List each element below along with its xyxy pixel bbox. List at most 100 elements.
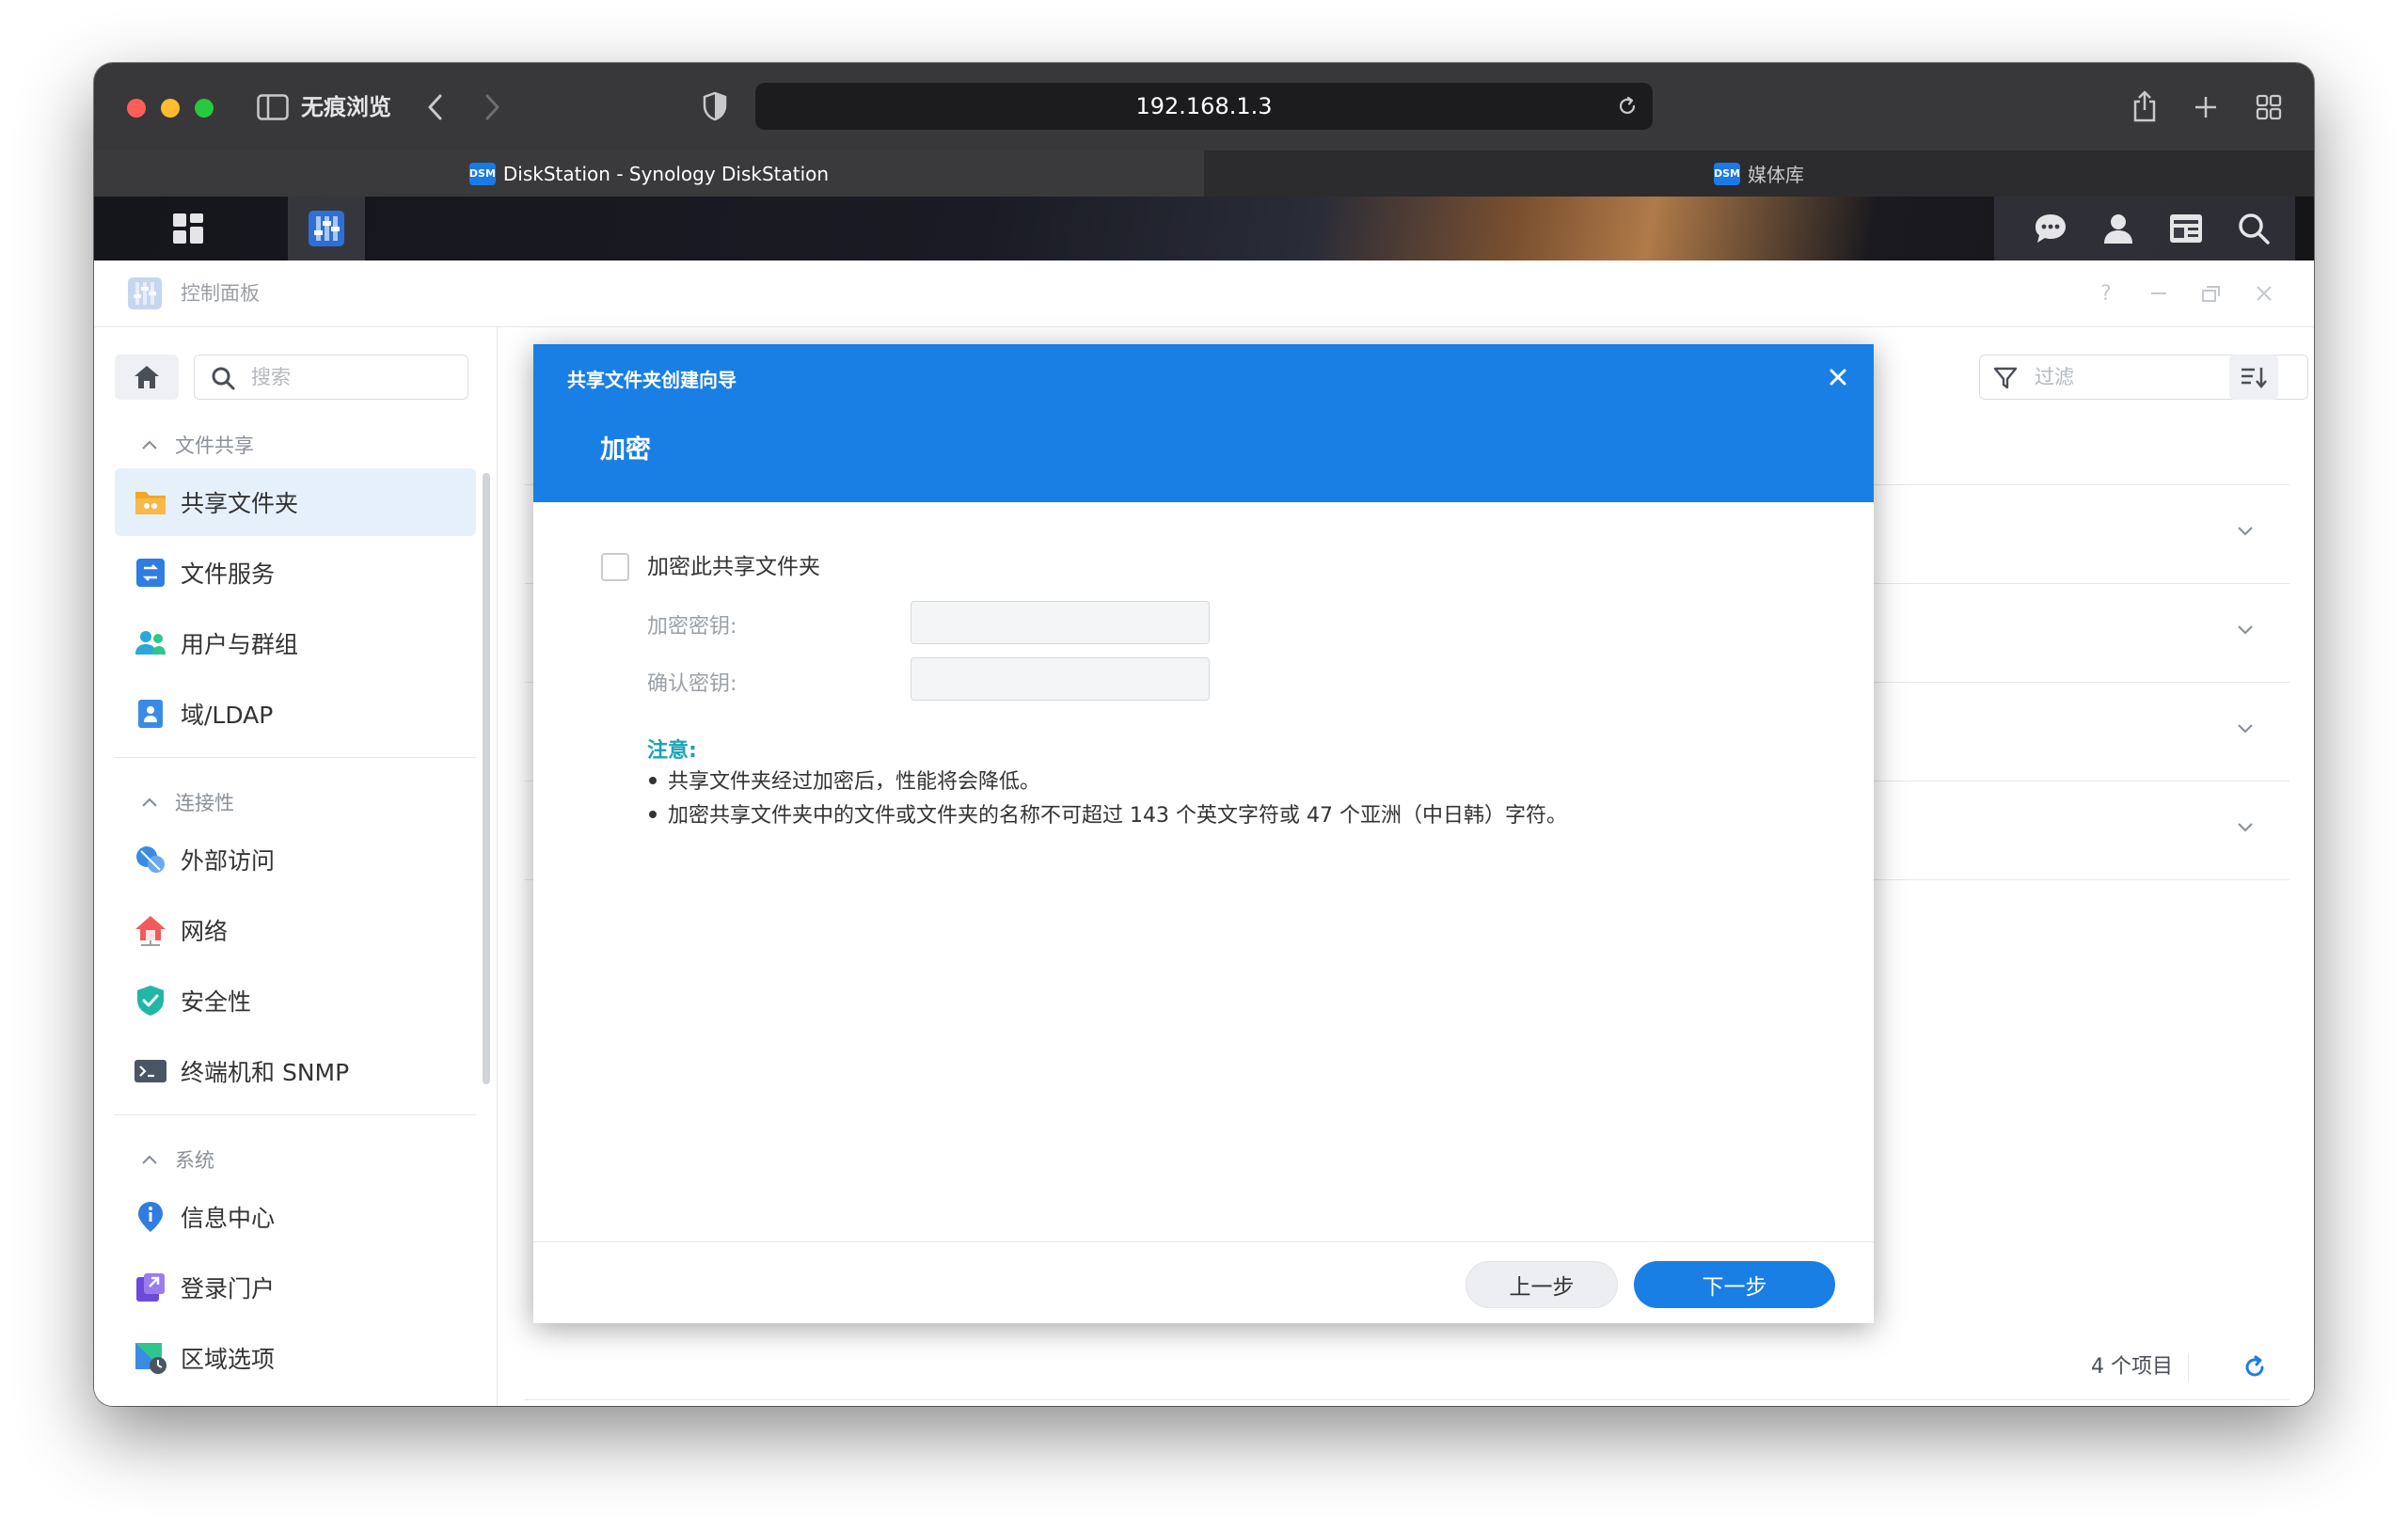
sidebar-item-file-services[interactable]: 文件服务	[115, 539, 476, 607]
note-list: 共享文件夹经过加密后，性能将会降低。 加密共享文件夹中的文件或文件夹的名称不可超…	[647, 766, 1567, 833]
tab-label: 媒体库	[1748, 164, 1804, 186]
section-connectivity[interactable]: 连接性	[115, 781, 476, 823]
user-account-icon[interactable]	[2090, 197, 2147, 260]
control-panel-title: 控制面板	[181, 282, 260, 305]
sidebar-item-external-access[interactable]: 外部访问	[115, 826, 476, 893]
wizard-window-title: 共享文件夹创建向导	[567, 369, 737, 391]
chevron-up-icon	[142, 797, 157, 807]
sidebar-search-input[interactable]: 搜索	[194, 355, 468, 400]
help-icon[interactable]: ?	[2094, 281, 2118, 306]
back-button[interactable]: 上一步	[1465, 1261, 1618, 1308]
encrypt-checkbox[interactable]	[601, 553, 629, 581]
search-placeholder: 搜索	[251, 366, 291, 388]
main-menu-grid-icon[interactable]	[146, 197, 230, 260]
note-item: 加密共享文件夹中的文件或文件夹的名称不可超过 143 个英文字符或 47 个亚洲…	[647, 799, 1567, 833]
section-divider	[115, 1114, 476, 1115]
tab-label: DiskStation - Synology DiskStation	[502, 162, 830, 185]
wizard-step-title: 加密	[600, 435, 651, 465]
sidebar-item-regional-options[interactable]: 区域选项	[115, 1324, 476, 1392]
home-icon	[135, 366, 159, 388]
users-groups-icon	[134, 626, 167, 660]
network-icon	[134, 913, 167, 947]
terminal-icon	[134, 1054, 167, 1088]
control-panel-taskbar-button[interactable]	[288, 197, 365, 260]
file-services-icon	[134, 556, 167, 590]
external-access-icon	[134, 843, 167, 876]
sort-button[interactable]	[2229, 355, 2278, 400]
control-panel-app-icon	[126, 276, 164, 311]
notifications-chat-icon[interactable]	[2022, 197, 2079, 260]
sidebar-item-domain-ldap[interactable]: 域/LDAP	[115, 680, 476, 748]
dsm-favicon-icon: DSM	[1714, 162, 1740, 185]
section-title: 文件共享	[175, 434, 254, 457]
section-file-sharing[interactable]: 文件共享	[115, 424, 476, 466]
sidebar-item-security[interactable]: 安全性	[115, 967, 476, 1034]
control-panel-sidebar: 搜索 文件共享 共享文件夹 文件服务 用户与群组 域/LDAP 连接性 外部访问…	[94, 327, 498, 1406]
security-shield-icon	[134, 984, 167, 1018]
chevron-down-icon[interactable]	[2234, 618, 2257, 640]
search-icon[interactable]	[2226, 197, 2282, 260]
chevron-down-icon[interactable]	[2234, 717, 2257, 739]
address-bar[interactable]: 192.168.1.3	[755, 83, 1653, 130]
reload-icon[interactable]	[1615, 94, 1640, 118]
sidebar-item-terminal-snmp[interactable]: 终端机和 SNMP	[115, 1037, 476, 1105]
private-browsing-label: 无痕浏览	[301, 94, 391, 120]
encrypt-checkbox-label[interactable]: 加密此共享文件夹	[647, 551, 820, 583]
refresh-icon[interactable]	[2242, 1355, 2269, 1381]
sidebar-item-network[interactable]: 网络	[115, 896, 476, 964]
note-item: 共享文件夹经过加密后，性能将会降低。	[647, 766, 1567, 799]
search-icon	[212, 367, 235, 390]
restore-window-icon[interactable]	[2199, 281, 2224, 306]
close-icon[interactable]	[2252, 281, 2276, 306]
confirm-key-label: 确认密钥:	[647, 672, 737, 696]
next-button[interactable]: 下一步	[1634, 1261, 1835, 1308]
chevron-up-icon	[142, 440, 157, 450]
chevron-up-icon	[142, 1155, 157, 1164]
widgets-icon[interactable]	[2158, 197, 2214, 260]
back-chevron-icon[interactable]	[421, 91, 450, 123]
browser-toolbar: 无痕浏览 192.168.1.3	[94, 63, 2314, 150]
browser-chrome: 无痕浏览 192.168.1.3 DSM DiskStation - Synol…	[94, 63, 2314, 197]
zoom-window-button[interactable]	[195, 99, 214, 118]
filter-placeholder: 过滤	[2035, 366, 2074, 388]
note-title: 注意:	[647, 739, 697, 763]
section-system[interactable]: 系统	[115, 1139, 476, 1180]
section-title: 系统	[175, 1149, 214, 1172]
tab-overview-icon[interactable]	[2253, 91, 2285, 123]
dsm-favicon-icon: DSM	[468, 162, 496, 185]
browser-tab-strip: DSM DiskStation - Synology DiskStation D…	[94, 150, 2314, 197]
home-button[interactable]	[115, 355, 179, 400]
control-panel-header: 控制面板 ?	[94, 260, 2314, 327]
forward-chevron-icon[interactable]	[478, 91, 506, 123]
sidebar-scrollbar[interactable]	[483, 473, 490, 1084]
footer-separator	[2188, 1353, 2189, 1381]
chevron-down-icon[interactable]	[2234, 815, 2257, 838]
item-count: 4 个项目	[2091, 1355, 2173, 1379]
minimize-window-button[interactable]	[161, 99, 180, 118]
sidebar-item-login-portal[interactable]: 登录门户	[115, 1254, 476, 1321]
shared-folder-icon	[134, 485, 167, 519]
address-url: 192.168.1.3	[1135, 93, 1273, 119]
tab-media-library[interactable]: DSM 媒体库	[1204, 150, 2314, 197]
sidebar-item-users-groups[interactable]: 用户与群组	[115, 609, 476, 677]
minimize-icon[interactable]	[2147, 281, 2171, 306]
share-icon[interactable]	[2129, 87, 2161, 125]
privacy-shield-icon[interactable]	[701, 89, 729, 123]
encryption-key-input[interactable]	[911, 601, 1210, 644]
close-window-button[interactable]	[127, 99, 146, 118]
dsm-taskbar	[94, 197, 2314, 260]
section-title: 连接性	[175, 792, 234, 814]
shared-folder-wizard-dialog: 共享文件夹创建向导 加密 加密此共享文件夹 加密密钥: 确认密钥: 注意: 共享…	[533, 344, 1874, 1323]
confirm-key-input[interactable]	[911, 657, 1210, 701]
sidebar-item-info-center[interactable]: 信息中心	[115, 1183, 476, 1251]
filter-funnel-icon	[1993, 367, 2018, 389]
sidebar-item-shared-folder[interactable]: 共享文件夹	[115, 468, 476, 536]
chevron-down-icon[interactable]	[2234, 519, 2257, 542]
new-tab-plus-icon[interactable]	[2190, 91, 2222, 123]
sidebar-toggle-icon[interactable]	[256, 91, 290, 123]
domain-ldap-icon	[134, 697, 167, 731]
wizard-footer-divider	[533, 1241, 1874, 1242]
close-icon[interactable]	[1822, 361, 1854, 393]
login-portal-icon	[134, 1271, 167, 1304]
tab-diskstation[interactable]: DSM DiskStation - Synology DiskStation	[94, 150, 1204, 197]
